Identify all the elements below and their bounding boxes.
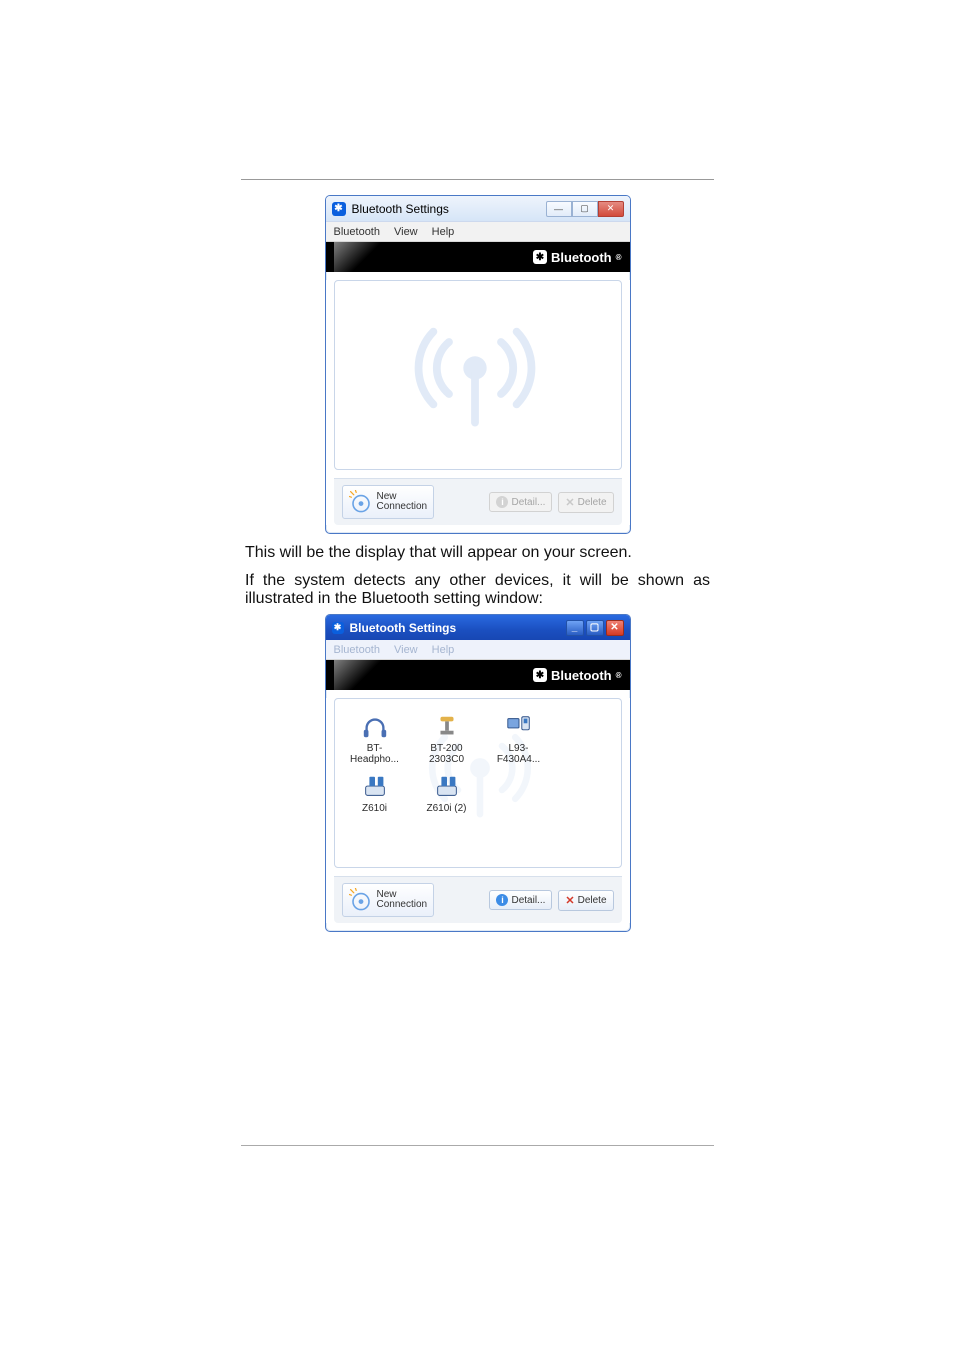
headphone-icon — [358, 711, 392, 741]
trademark-icon: ® — [616, 253, 622, 262]
titlebar: ✱ Bluetooth Settings — ▢ ✕ — [326, 196, 630, 222]
window-controls: — ▢ ✕ — [546, 201, 624, 217]
footer-bar: New Connection i Detail... ✕ Delete — [334, 876, 622, 923]
device-label: Z610i — [345, 803, 405, 825]
menu-bluetooth[interactable]: Bluetooth — [334, 226, 380, 238]
bluetooth-icon: ✱ — [332, 202, 346, 216]
bottom-rule — [241, 1145, 714, 1146]
close-button[interactable]: ✕ — [598, 201, 624, 217]
delete-button: ✕ Delete — [558, 492, 613, 513]
menu-bluetooth[interactable]: Bluetooth — [334, 644, 380, 656]
detail-label: Detail... — [511, 895, 545, 906]
top-rule — [241, 179, 714, 180]
phone-pc-icon — [502, 711, 536, 741]
device-item[interactable]: BT-Headpho... — [345, 711, 405, 765]
footer-bar: New Connection i Detail... ✕ Delete — [334, 478, 622, 525]
minimize-button[interactable]: — — [546, 201, 572, 217]
phone-pc-icon — [430, 771, 464, 801]
minimize-button[interactable]: _ — [566, 620, 584, 636]
titlebar: ✱ Bluetooth Settings _ ▢ ✕ — [326, 615, 630, 640]
new-connection-label-2: Connection — [377, 900, 428, 911]
caption-1: This will be the display that will appea… — [245, 544, 710, 562]
brand-bar: ✱ Bluetooth ® — [326, 660, 630, 690]
device-item[interactable]: Z610i (2) — [417, 771, 477, 825]
device-item[interactable]: L93-F430A4... — [489, 711, 549, 765]
menu-help[interactable]: Help — [432, 226, 455, 238]
caption-2: If the system detects any other devices,… — [245, 572, 710, 608]
shine-icon — [334, 242, 384, 272]
info-icon: i — [496, 496, 508, 508]
delete-button[interactable]: ✕ Delete — [558, 890, 613, 911]
device-label: Z610i (2) — [417, 803, 477, 825]
shine-icon — [334, 660, 384, 690]
window-title: Bluetooth Settings — [352, 202, 540, 216]
menu-help[interactable]: Help — [432, 644, 455, 656]
maximize-button[interactable]: ▢ — [586, 620, 604, 636]
detail-label: Detail... — [511, 497, 545, 508]
close-button[interactable]: ✕ — [606, 620, 624, 636]
delete-label: Delete — [578, 497, 607, 508]
new-connection-button[interactable]: New Connection — [342, 485, 435, 519]
device-area-empty — [334, 280, 622, 470]
phone-pc-icon — [358, 771, 392, 801]
brand-label: Bluetooth — [551, 250, 612, 265]
menu-view[interactable]: View — [394, 226, 418, 238]
menubar: Bluetooth View Help — [326, 222, 630, 242]
menu-view[interactable]: View — [394, 644, 418, 656]
bluetooth-logo-icon: ✱ — [533, 250, 547, 264]
broadcast-watermark-icon — [405, 303, 545, 433]
trademark-icon: ® — [616, 671, 622, 680]
menubar: Bluetooth View Help — [326, 640, 630, 660]
device-area: BT-Headpho... BT-200 2303C0 L93-F430A4..… — [334, 698, 622, 868]
bluetooth-logo-icon: ✱ — [533, 668, 547, 682]
device-label: BT-200 2303C0 — [417, 743, 477, 765]
bluetooth-window-empty: ✱ Bluetooth Settings — ▢ ✕ Bluetooth Vie… — [325, 195, 631, 534]
carkit-icon — [430, 711, 464, 741]
device-label: L93-F430A4... — [489, 743, 549, 765]
bluetooth-icon: ✱ — [332, 622, 344, 634]
device-item[interactable]: BT-200 2303C0 — [417, 711, 477, 765]
window-title: Bluetooth Settings — [350, 621, 558, 635]
detail-button[interactable]: i Detail... — [489, 890, 552, 910]
brand-bar: ✱ Bluetooth ® — [326, 242, 630, 272]
info-icon: i — [496, 894, 508, 906]
window-controls: _ ▢ ✕ — [564, 620, 624, 636]
brand-label: Bluetooth — [551, 668, 612, 683]
new-connection-icon — [349, 490, 373, 514]
new-connection-button[interactable]: New Connection — [342, 883, 435, 917]
delete-icon: ✕ — [565, 496, 574, 509]
maximize-button[interactable]: ▢ — [572, 201, 598, 217]
new-connection-icon — [349, 888, 373, 912]
delete-icon: ✕ — [565, 894, 574, 907]
bluetooth-window-devices: ✱ Bluetooth Settings _ ▢ ✕ Bluetooth Vie… — [325, 614, 631, 932]
device-label: BT-Headpho... — [345, 743, 405, 765]
detail-button: i Detail... — [489, 492, 552, 512]
new-connection-label-2: Connection — [377, 502, 428, 513]
device-item[interactable]: Z610i — [345, 771, 405, 825]
delete-label: Delete — [578, 895, 607, 906]
